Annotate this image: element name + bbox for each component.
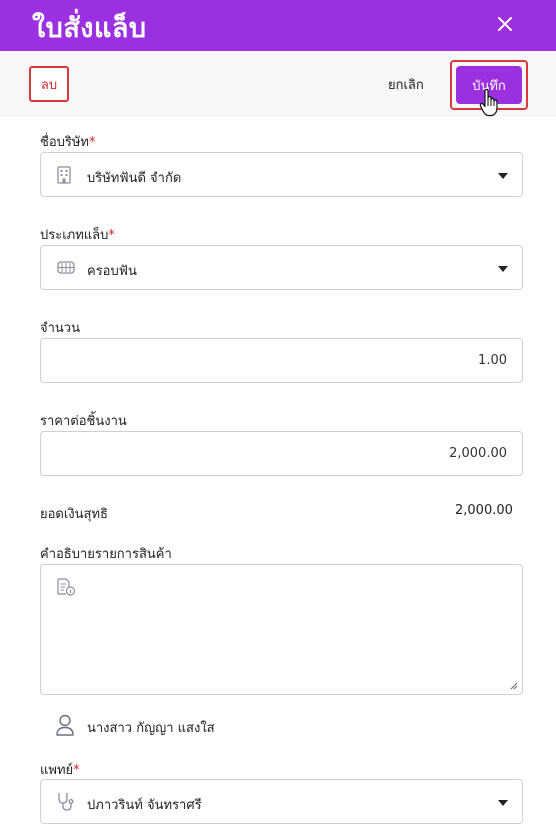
chevron-down-icon bbox=[498, 800, 508, 806]
company-label: ชื่อบริษัท* bbox=[40, 135, 96, 150]
user-icon bbox=[56, 714, 74, 736]
building-icon bbox=[57, 166, 71, 184]
doctor-value: ปภาวรินท์ จันทราศรี bbox=[87, 798, 202, 813]
chevron-down-icon bbox=[498, 266, 508, 272]
description-label: คำอธิบายรายการสินค้า bbox=[40, 547, 172, 562]
quantity-value: 1.00 bbox=[478, 353, 507, 368]
close-button[interactable] bbox=[492, 11, 518, 37]
teeth-icon bbox=[57, 261, 75, 274]
net-total-value: 2,000.00 bbox=[455, 503, 513, 518]
lab-type-label: ประเภทแล็บ* bbox=[40, 228, 115, 243]
description-textarea[interactable] bbox=[40, 564, 523, 695]
lab-type-value: ครอบฟัน bbox=[87, 264, 137, 279]
resize-handle-icon[interactable] bbox=[510, 682, 518, 690]
unit-price-input[interactable]: 2,000.00 bbox=[40, 431, 523, 476]
action-bar: ลบ ยกเลิก บันทึก bbox=[0, 51, 556, 117]
delete-button[interactable]: ลบ bbox=[29, 66, 69, 102]
unit-price-label: ราคาต่อชิ้นงาน bbox=[40, 414, 127, 429]
doctor-label: แพทย์* bbox=[40, 763, 80, 778]
unit-price-value: 2,000.00 bbox=[449, 446, 507, 461]
quantity-label: จำนวน bbox=[40, 321, 80, 336]
cancel-button[interactable]: ยกเลิก bbox=[388, 74, 424, 95]
chevron-down-icon bbox=[498, 173, 508, 179]
dialog-title: ใบสั่งแล็บ bbox=[32, 13, 147, 44]
stethoscope-icon bbox=[58, 793, 74, 811]
close-icon bbox=[498, 17, 512, 31]
hand-cursor-icon bbox=[479, 89, 498, 117]
doctor-select[interactable]: ปภาวรินท์ จันทราศรี bbox=[40, 779, 523, 824]
net-total-label: ยอดเงินสุทธิ bbox=[40, 507, 108, 522]
document-info-icon bbox=[57, 578, 76, 596]
company-select[interactable]: บริษัทฟันดี จำกัด bbox=[40, 152, 523, 197]
company-value: บริษัทฟันดี จำกัด bbox=[87, 171, 182, 186]
patient-name: นางสาว กัญญา แสงใส bbox=[87, 721, 215, 736]
dialog-header: ใบสั่งแล็บ bbox=[0, 0, 556, 51]
lab-type-select[interactable]: ครอบฟัน bbox=[40, 245, 523, 290]
quantity-input[interactable]: 1.00 bbox=[40, 338, 523, 383]
